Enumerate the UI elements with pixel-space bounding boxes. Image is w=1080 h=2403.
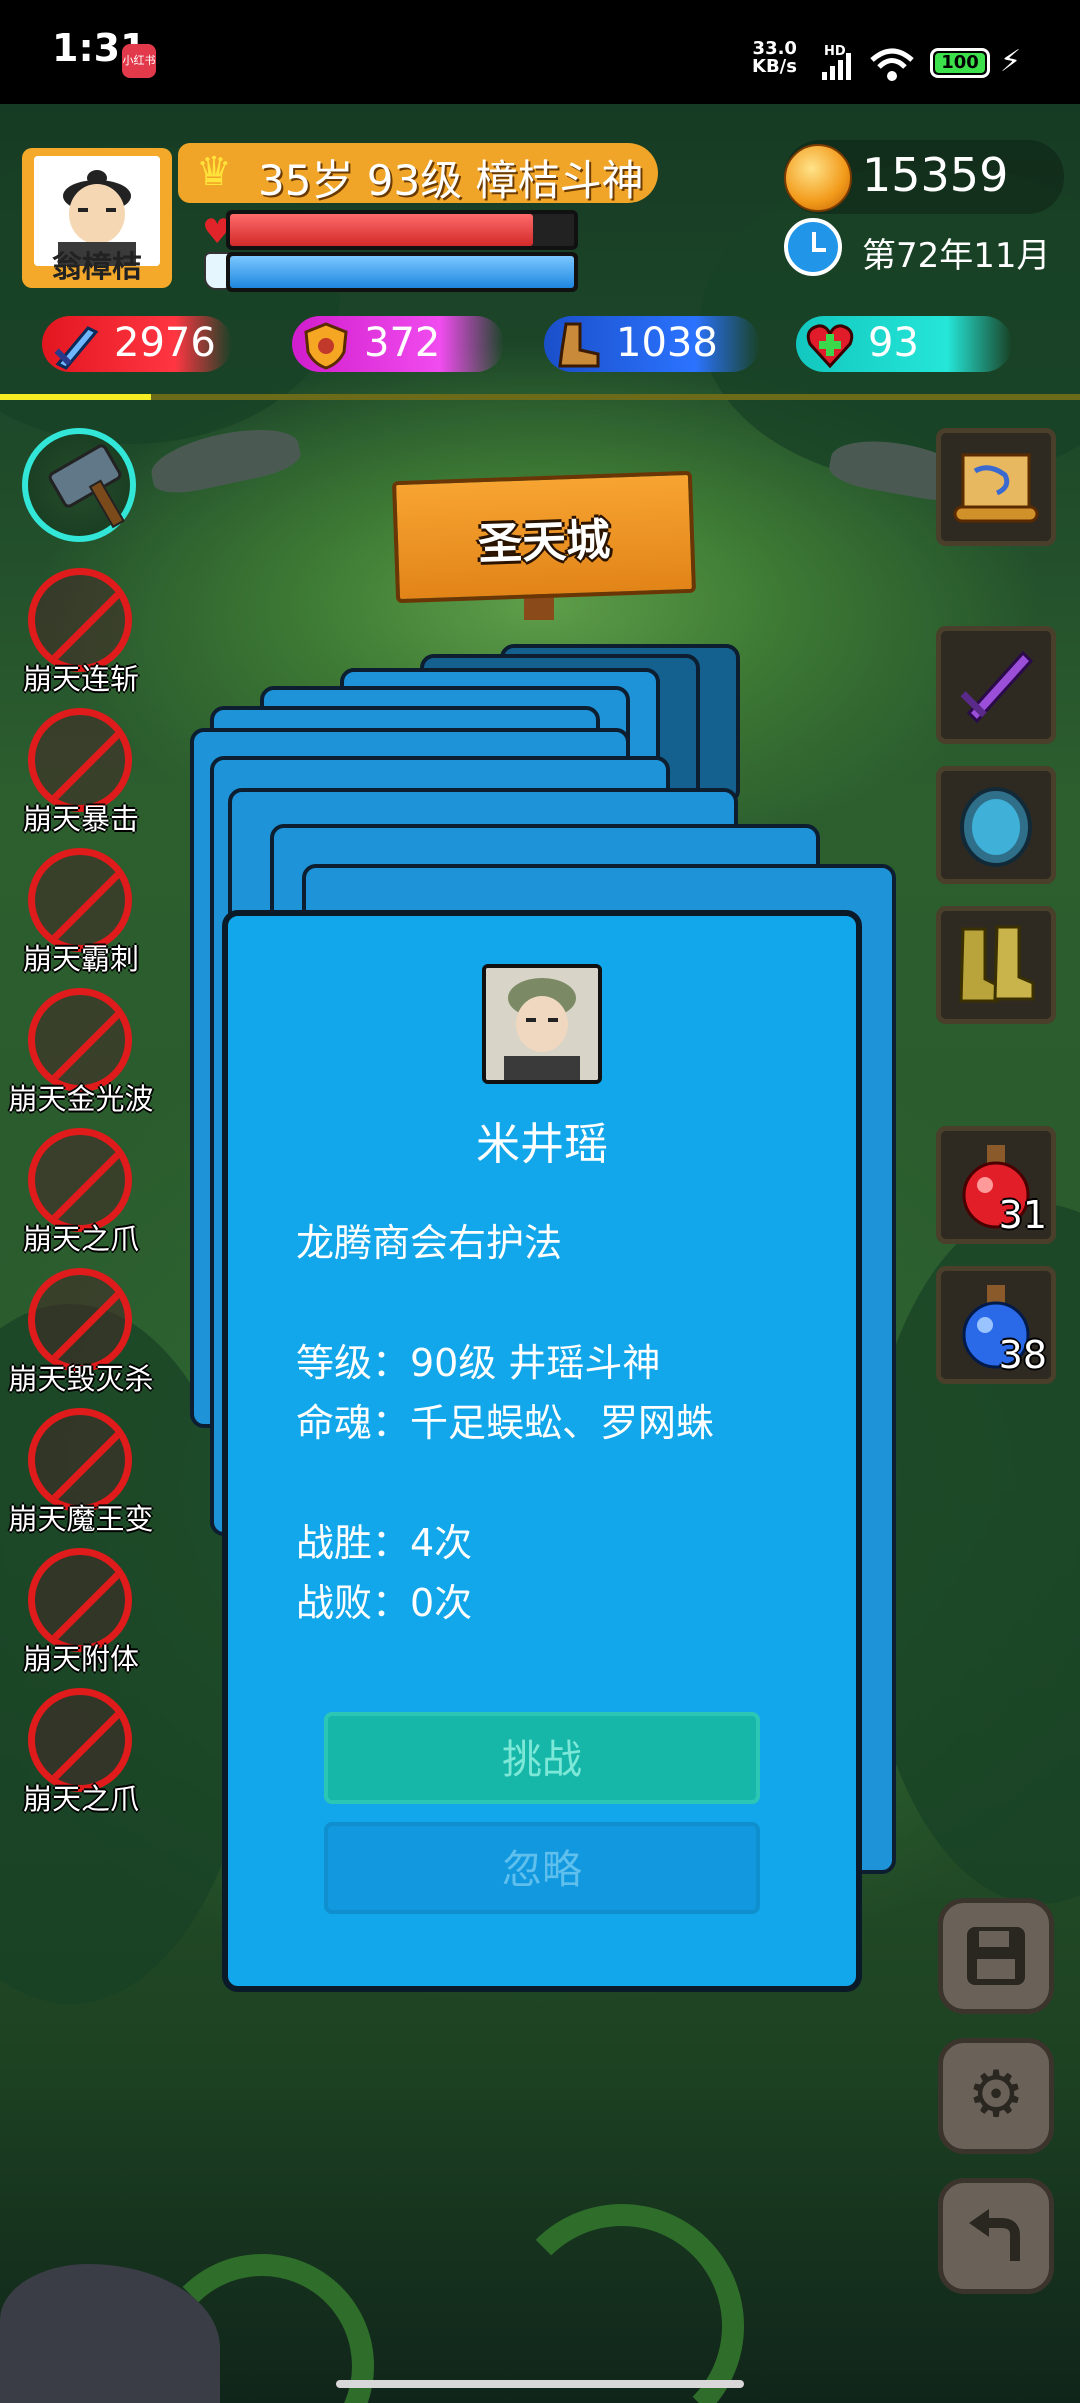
boot-icon [558, 322, 600, 368]
wifi-icon [870, 48, 914, 81]
back-button[interactable] [938, 2178, 1054, 2294]
weapon-slot[interactable] [936, 626, 1056, 744]
network-speed: 33.0 KB/s [752, 40, 797, 76]
defense-stat: 372 [292, 316, 504, 372]
skill-label: 崩天霸刺 [22, 942, 139, 976]
npc-name: 米井瑶 [476, 1119, 608, 1170]
blue-potion-count: 38 [998, 1333, 1047, 1377]
health-bar [226, 210, 578, 250]
gear-icon: ⚙ [967, 2058, 1025, 2132]
speed-stat: 1038 [544, 316, 760, 372]
npc-losses: 战败：0次 [296, 1581, 473, 1625]
return-arrow-icon [969, 2209, 1020, 2261]
boots-slot[interactable] [936, 906, 1056, 1024]
gold-coin-icon [784, 144, 852, 212]
crown-icon: ♛ [196, 149, 232, 195]
active-skill-hammer[interactable] [22, 428, 136, 542]
skill-slot[interactable]: 崩天连斩 [22, 568, 139, 696]
player-name: 翁樟桔 [52, 250, 142, 285]
npc-role: 龙腾商会右护法 [296, 1221, 563, 1265]
blue-potion-slot[interactable]: 38 [936, 1266, 1056, 1384]
skill-label: 崩天金光波 [8, 1082, 154, 1116]
battery-icon: 100 [930, 48, 990, 78]
red-potion-slot[interactable]: 31 [936, 1126, 1056, 1244]
skill-slot[interactable]: 崩天金光波 [8, 988, 154, 1116]
skill-label: 崩天之爪 [22, 1222, 139, 1256]
skill-label: 崩天毁灭杀 [8, 1362, 154, 1396]
heart-plus-icon [806, 324, 854, 369]
npc-soul: 命魂：千足蜈蚣、罗网蛛 [296, 1401, 715, 1445]
skill-slot[interactable]: 崩天附体 [22, 1548, 139, 1676]
clock-icon [784, 218, 842, 276]
defense-value: 372 [364, 320, 441, 366]
signal-icon [822, 53, 851, 80]
map-scroll-button[interactable] [936, 428, 1056, 546]
settings-button[interactable]: ⚙ [938, 2038, 1054, 2154]
skill-slot[interactable]: 崩天暴击 [22, 708, 139, 836]
skill-slot[interactable]: 崩天霸刺 [22, 848, 139, 976]
player-title-banner: ♛ 35岁 93级 樟桔斗神 [178, 143, 658, 205]
boots-icon [959, 925, 1035, 1003]
shield-icon [304, 322, 348, 370]
experience-bar [0, 394, 1080, 400]
npc-face-icon [486, 968, 598, 1080]
status-bar: 1:31 小红书 33.0 KB/s HD 100 ⚡ [0, 0, 1080, 104]
npc-portrait [482, 964, 602, 1084]
sword-icon [960, 650, 1034, 724]
health-value: 93 [868, 320, 919, 366]
save-icon [967, 1927, 1025, 1985]
charging-icon: ⚡ [1000, 44, 1022, 79]
location-sign: 圣天城 [391, 470, 697, 604]
player-avatar[interactable]: 翁樟桔 [22, 148, 172, 288]
ignore-button[interactable]: 忽略 [324, 1822, 760, 1914]
save-button[interactable] [938, 1898, 1054, 2014]
skill-label: 崩天附体 [22, 1642, 139, 1676]
mana-bar [226, 252, 578, 292]
red-potion-count: 31 [998, 1193, 1047, 1237]
attack-stat: 2976 [42, 316, 232, 372]
sword-icon [54, 326, 99, 370]
skill-label: 崩天魔王变 [8, 1502, 154, 1536]
hammer-icon [46, 442, 124, 510]
speed-value: 1038 [616, 320, 718, 366]
player-title: 35岁 93级 樟桔斗神 [258, 156, 644, 205]
experience-bar-fill [0, 394, 152, 400]
game-date-display: 第72年11月 [784, 218, 1064, 282]
npc-level: 等级：90级 井瑶斗神 [296, 1341, 661, 1385]
encounter-card: 米井瑶 龙腾商会右护法 等级：90级 井瑶斗神 命魂：千足蜈蚣、罗网蛛 战胜：4… [222, 910, 862, 1992]
skill-label: 崩天之爪 [22, 1782, 139, 1816]
skill-slot[interactable]: 崩天之爪 [22, 1688, 139, 1816]
background-vine [500, 2204, 744, 2403]
attack-value: 2976 [114, 320, 216, 366]
network-speed-unit: KB/s [752, 56, 797, 77]
armor-icon [960, 787, 1032, 867]
armor-slot[interactable] [936, 766, 1056, 884]
health-stat: 93 [796, 316, 1012, 372]
challenge-button[interactable]: 挑战 [324, 1712, 760, 1804]
skill-slot[interactable]: 崩天之爪 [22, 1128, 139, 1256]
health-bar-fill [230, 214, 533, 246]
npc-wins: 战胜：4次 [296, 1521, 473, 1565]
gold-amount: 15359 [862, 148, 1009, 202]
map-scroll-icon [953, 453, 1039, 523]
location-name: 圣天城 [477, 514, 612, 571]
skill-label: 崩天暴击 [22, 802, 139, 836]
battery-level: 100 [935, 53, 985, 73]
home-indicator[interactable] [336, 2380, 744, 2388]
game-date: 第72年11月 [862, 236, 1051, 276]
skill-slot[interactable]: 崩天魔王变 [8, 1408, 154, 1536]
gold-display: 15359 [784, 140, 1064, 214]
notification-badge-icon: 小红书 [122, 44, 156, 78]
mana-bar-fill [230, 256, 574, 288]
skill-label: 崩天连斩 [22, 662, 139, 696]
skill-slot[interactable]: 崩天毁灭杀 [8, 1268, 154, 1396]
